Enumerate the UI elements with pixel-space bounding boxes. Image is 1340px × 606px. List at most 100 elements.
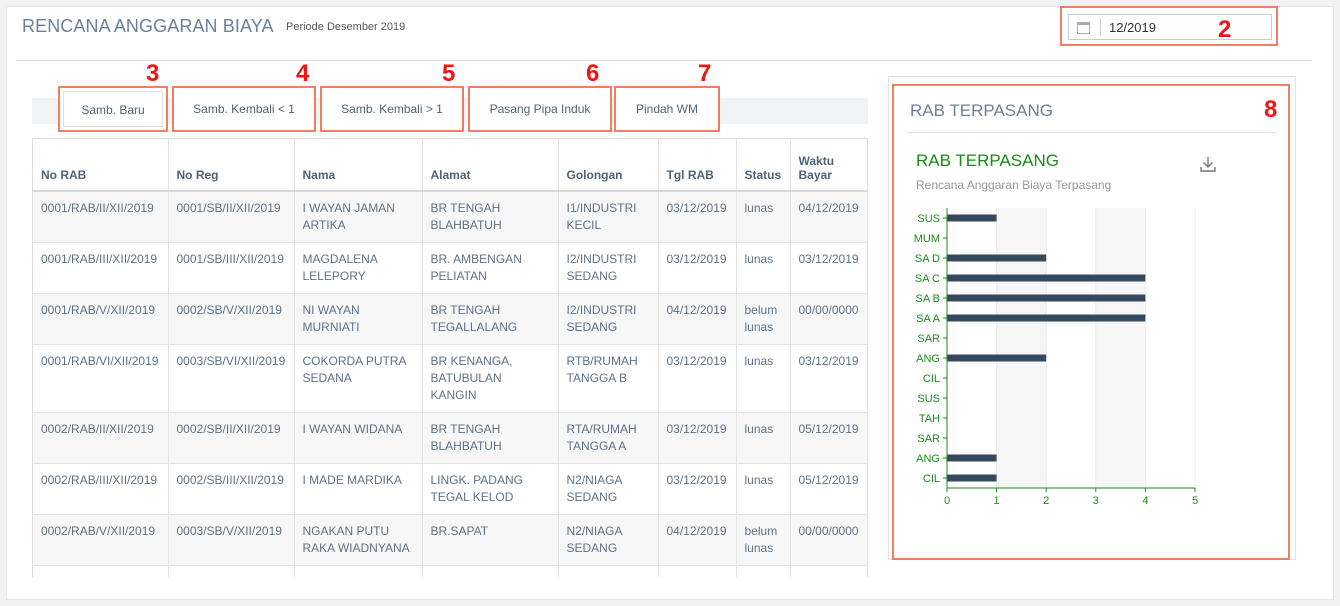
y-tick-label: MUM [914,233,940,245]
cell-golongan: I2/INDUSTRI SEDANG [558,293,659,345]
x-tick-label: 1 [994,495,1000,507]
chart-subtitle: Rencana Anggaran Biaya Terpasang [916,178,1112,192]
cell-status: belum lunas [736,293,791,345]
cell-nama: COKORDA PUTRA SEDANA [294,344,423,413]
cell-alamat: LINGK. PADANG TEGAL KELOD [422,463,559,515]
cell-no-rab: 0001/RAB/V/XII/2019 [33,293,169,345]
cell-status: belum lunas [736,514,791,566]
table-row[interactable]: 0001/RAB/III/XII/2019 0001/SB/III/XII/20… [33,242,867,294]
tab-pindah-wm[interactable]: Pindah WM [614,86,720,132]
y-tick-label: SUS [917,393,940,405]
annotation-number-7: 7 [698,60,712,87]
bar [947,354,1047,362]
cell-no-reg: 0002/SB/III/XII/2019 [168,463,295,515]
tab-samb-baru[interactable]: Samb. Baru [58,86,168,132]
tab-pasang-pipa-induk[interactable]: Pasang Pipa Induk [468,86,612,132]
table-row[interactable]: 0001/RAB/VI/XII/2019 0003/SB/VI/XII/2019… [33,344,867,413]
x-tick-label: 3 [1093,495,1099,507]
column-header[interactable]: No RAB [33,139,169,192]
cell-golongan: I2/INDUSTRI SEDANG [558,242,659,294]
tab-samb-kembali-lt-1[interactable]: Samb. Kembali < 1 [172,86,316,132]
y-tick-label: ANG [916,453,940,465]
grid-band [996,208,1047,488]
cell-no-rab: 0001/RAB/VI/XII/2019 [33,344,169,413]
period-value[interactable]: 12/2019 [1109,20,1156,35]
column-header[interactable]: Golongan [558,139,659,192]
x-tick-label: 5 [1192,495,1198,507]
calendar-icon[interactable] [1077,22,1090,34]
table-body: 0001/RAB/II/XII/2019 0001/SB/II/XII/2019… [33,191,867,577]
column-header[interactable]: Alamat [422,139,559,192]
header-divider [16,60,1312,61]
cell-no-rab: 0002/RAB/II/XII/2019 [33,412,169,464]
cell-no-rab: 0002/RAB/V/XII/2019 [33,514,169,566]
bar [947,254,1047,262]
table-row[interactable]: 0002/RAB/V/XII/2019 0003/SB/V/XII/2019 N… [33,514,867,566]
cell-status: lunas [736,565,791,577]
cell-alamat: BR KENANGA, BATUBULAN KANGIN [422,344,559,413]
cell-no-reg: 0002/SB/V/XII/2019 [168,293,295,345]
cell-tgl-rab: 04/12/2019 [658,293,737,345]
cell-nama: I WAYAN WIDANA [294,412,423,464]
annotation-number-2: 2 [1218,16,1232,43]
cell-nama: I MADE MARDIKA [294,463,423,515]
download-icon[interactable] [1198,154,1218,174]
page-title: RENCANA ANGGARAN BIAYA [22,16,274,36]
column-header[interactable]: Waktu Bayar [790,139,867,192]
cell-no-reg: 0003/SB/VI/XII/2019 [168,344,295,413]
cell-status: lunas [736,191,791,243]
y-tick-label: SA D [915,253,940,265]
cell-no-reg: 0001/SB/III/XII/2019 [168,242,295,294]
rab-table-container[interactable]: No RAB No Reg Nama Alamat Golongan Tgl R… [32,138,868,577]
column-header[interactable]: Status [736,139,791,192]
table-row[interactable]: 0001/RAB/V/XII/2019 0002/SB/V/XII/2019 N… [33,293,867,345]
cell-status: lunas [736,463,791,515]
y-tick-label: TAH [919,413,940,425]
column-header[interactable]: Tgl RAB [658,139,737,192]
bar [947,314,1146,322]
y-tick-label: SAR [917,333,940,345]
cell-nama: I WAYAN JAMAN ARTIKA [294,191,423,243]
tab-label: Pindah WM [619,91,715,127]
cell-nama: MAGDALENA LELEPORY [294,242,423,294]
grid-band [1095,208,1146,488]
cell-nama: I WAYAN SUKARA [294,565,423,577]
cell-waktu-bayar: 05/12/2019 [790,412,867,464]
cell-status: lunas [736,242,791,294]
input-separator [1100,18,1101,36]
cell-tgl-rab: 03/12/2019 [658,191,737,243]
cell-nama: NI WAYAN MURNIATI [294,293,423,345]
cell-no-rab: 0002/RAB/III/XII/2019 [33,565,169,577]
table-row[interactable]: 0001/RAB/II/XII/2019 0001/SB/II/XII/2019… [33,191,867,243]
table-row[interactable]: 0002/RAB/II/XII/2019 0002/SB/II/XII/2019… [33,412,867,464]
column-header[interactable]: Nama [294,139,423,192]
cell-tgl-rab: 03/12/2019 [658,463,737,515]
rab-table: No RAB No Reg Nama Alamat Golongan Tgl R… [33,139,867,577]
cell-nama: NGAKAN PUTU RAKA WIADNYANA [294,514,423,566]
cell-status: lunas [736,412,791,464]
y-tick-label: SAR [917,433,940,445]
rab-bar-chart: SUS MUM SA D SA C SA B SA A SAR ANG CIL SUS TAH SAR… [914,208,1198,507]
cell-waktu-bayar: 03/12/2019 [790,242,867,294]
cell-alamat: BR. AMBENGAN PELIATAN [422,242,559,294]
y-tick-label: CIL [923,473,940,485]
tab-samb-kembali-gt-1[interactable]: Samb. Kembali > 1 [320,86,464,132]
annotation-number-4: 4 [296,60,310,87]
column-header[interactable]: No Reg [168,139,295,192]
period-picker-input[interactable]: 12/2019 [1068,14,1272,40]
bar [947,214,997,222]
table-row[interactable]: 0002/RAB/III/XII/2019 0002/SB/III/XII/20… [33,463,867,515]
cell-waktu-bayar: 03/12/2019 [790,344,867,413]
panel-divider [908,132,1276,133]
tab-label: Samb. Baru [63,91,163,127]
tab-label: Pasang Pipa Induk [473,91,607,127]
cell-tgl-rab: 03/12/2019 [658,344,737,413]
cell-waktu-bayar: 05/12/2019 [790,565,867,577]
cell-alamat: BR TENGAH BLAHBATUH [422,191,559,243]
cell-no-rab: 0001/RAB/III/XII/2019 [33,242,169,294]
cell-golongan: I1/INDUSTRI KECIL [558,191,659,243]
y-tick-label: SA A [916,313,941,325]
table-row[interactable]: 0002/RAB/III/XII/2019 0003/SB/III/XII/20… [33,565,867,577]
cell-golongan: RTB/RUMAH TANGGA B [558,344,659,413]
bar [947,454,997,462]
